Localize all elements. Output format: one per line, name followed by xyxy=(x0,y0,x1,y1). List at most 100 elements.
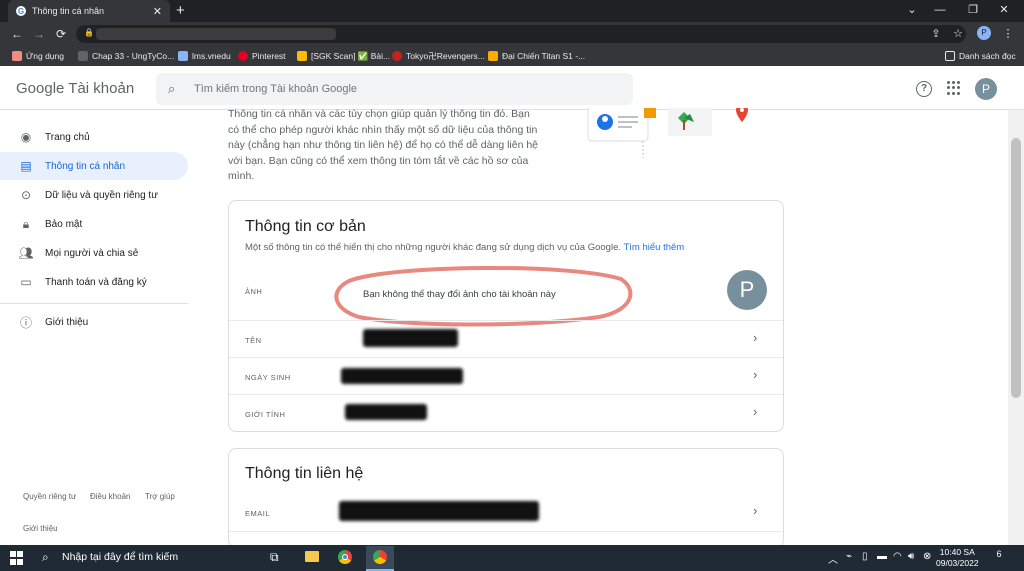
bookmark-label: Tokyo卍Revengers... xyxy=(406,51,485,61)
chrome-icon[interactable] xyxy=(338,550,352,564)
device-icon[interactable]: ▯ xyxy=(862,551,868,562)
highlight-circle-annotation xyxy=(334,265,633,327)
forward-arrow-icon[interactable]: → xyxy=(30,24,48,44)
bookmark-apps[interactable]: Ứng dụng xyxy=(12,50,64,62)
volume-icon[interactable]: 🔊︎ xyxy=(908,551,914,562)
basic-info-title: Thông tin cơ bản xyxy=(245,218,366,235)
people-icon: 👥︎ xyxy=(18,246,34,260)
sidebar-item-about[interactable]: ⓘ Giới thiệu xyxy=(0,308,188,336)
pinterest-icon xyxy=(238,51,248,61)
bookmark-item[interactable]: Pinterest xyxy=(238,50,286,62)
name-row[interactable]: TÊN › xyxy=(229,321,783,357)
footer-link-about[interactable]: Giới thiệu xyxy=(23,524,58,533)
site-icon xyxy=(178,51,188,61)
bookmark-item[interactable]: [SGK Scan] ✅ Bài... xyxy=(297,50,390,62)
birthday-row[interactable]: NGÀY SINH › xyxy=(229,358,783,394)
minimize-button[interactable]: — xyxy=(929,2,951,18)
bookmark-item[interactable]: Tokyo卍Revengers... xyxy=(392,50,485,62)
gender-row[interactable]: GIỚI TÍNH › xyxy=(229,395,783,431)
browser-menu-icon[interactable]: ⋮ xyxy=(1000,26,1016,42)
sidebar-item-security[interactable]: 🔒︎ Bảo mật xyxy=(0,210,188,238)
chevron-right-icon: › xyxy=(753,503,758,518)
email-row[interactable]: EMAIL › xyxy=(229,495,783,531)
reading-list-button[interactable]: Danh sách đọc xyxy=(945,50,1016,62)
sidebar-item-label: Trang chủ xyxy=(45,131,90,143)
account-avatar[interactable]: P xyxy=(975,78,997,100)
tab-search-icon[interactable]: ⌄ xyxy=(901,2,923,18)
site-icon xyxy=(297,51,307,61)
reload-icon[interactable]: ⟳ xyxy=(52,24,70,44)
taskbar-search-text[interactable]: Nhập tại đây để tìm kiếm xyxy=(62,551,178,563)
scrollbar-thumb[interactable] xyxy=(1011,138,1021,398)
chevron-right-icon: › xyxy=(753,367,758,382)
tab-close-icon[interactable]: ✕ xyxy=(153,5,162,18)
address-bar[interactable]: 🔒 xyxy=(76,25,966,43)
browser-tab-active[interactable]: G Thông tin cá nhân ✕ xyxy=(8,0,170,22)
birthday-label: NGÀY SINH xyxy=(245,373,291,382)
taskbar-clock[interactable]: 10:40 SA 09/03/2022 xyxy=(936,547,979,569)
new-tab-button[interactable]: + xyxy=(176,2,190,20)
install-app-icon[interactable]: ⇪ xyxy=(928,26,944,42)
email-label: EMAIL xyxy=(245,509,271,518)
sidebar-item-label: Bảo mật xyxy=(45,218,83,230)
search-icon[interactable]: ⌕ xyxy=(42,550,49,565)
bookmark-label: lms.vnedu xyxy=(192,51,231,61)
task-view-icon[interactable]: ⧉ xyxy=(270,550,279,565)
basic-info-description: Một số thông tin có thể hiển thị cho nhữ… xyxy=(245,242,765,253)
product-name: Tài khoản xyxy=(68,80,135,97)
wifi-icon[interactable]: ◠ xyxy=(893,551,902,562)
footer-link-terms[interactable]: Điều khoản xyxy=(90,492,130,501)
learn-more-link[interactable]: Tìm hiểu thêm xyxy=(623,242,684,253)
bookmark-item[interactable]: Đại Chiến Titan S1 -... xyxy=(488,50,585,62)
notification-center-icon[interactable]: 6 xyxy=(992,549,1006,563)
sidebar-item-payments[interactable]: ▭ Thanh toán và đăng ký xyxy=(0,268,188,296)
google-account-logo[interactable]: Google Tài khoản xyxy=(16,80,134,97)
birthday-value-redacted xyxy=(341,368,463,384)
search-input[interactable] xyxy=(192,80,612,98)
language-icon[interactable]: ⊗ xyxy=(923,551,931,562)
bookmark-item[interactable]: Chap 33 - UngTyCo... xyxy=(78,50,174,62)
bookmark-item[interactable]: lms.vnedu xyxy=(178,50,231,62)
basic-info-card: Thông tin cơ bản Một số thông tin có thể… xyxy=(228,200,784,432)
browser-profile-avatar[interactable]: P xyxy=(977,26,991,40)
info-icon: ⓘ xyxy=(19,315,32,330)
name-value-redacted xyxy=(363,329,458,347)
sidebar-item-label: Thông tin cá nhân xyxy=(45,160,126,172)
sidebar-item-people-sharing[interactable]: 👥︎ Mọi người và chia sẻ xyxy=(0,239,188,267)
clock-time: 10:40 SA xyxy=(939,547,975,557)
window-close-button[interactable]: ✕ xyxy=(993,2,1015,18)
clock-date: 09/03/2022 xyxy=(936,558,979,568)
account-circle-icon: ◉ xyxy=(20,130,32,144)
site-icon xyxy=(78,51,88,61)
name-label: TÊN xyxy=(245,336,262,345)
gender-value-redacted xyxy=(345,404,427,420)
network-icon[interactable]: ⌁ xyxy=(846,551,852,562)
sidebar-item-personal-info[interactable]: ▤ Thông tin cá nhân xyxy=(0,152,188,180)
restore-button[interactable]: ❐ xyxy=(962,2,984,18)
email-value-redacted xyxy=(339,501,539,521)
footer-link-privacy[interactable]: Quyền riêng tư xyxy=(23,492,76,501)
google-apps-icon[interactable] xyxy=(947,81,961,95)
lock-icon: 🔒︎ xyxy=(22,216,30,231)
back-arrow-icon[interactable]: ← xyxy=(8,24,26,44)
sidebar-item-home[interactable]: ◉ Trang chủ xyxy=(0,123,188,151)
help-icon[interactable]: ? xyxy=(916,81,932,97)
chrome-active-window[interactable] xyxy=(366,546,394,571)
bookmark-label: [SGK Scan] ✅ Bài... xyxy=(311,50,391,61)
chevron-up-icon[interactable]: ︿ xyxy=(828,551,838,566)
sidebar-item-label: Thanh toán và đăng ký xyxy=(45,276,147,288)
url-redacted xyxy=(96,28,336,40)
file-explorer-icon[interactable] xyxy=(305,551,319,562)
account-search-box[interactable]: ⌕ xyxy=(156,73,633,105)
credit-card-icon: ▭ xyxy=(20,275,32,289)
chevron-right-icon: › xyxy=(753,404,758,419)
page-scrollbar[interactable] xyxy=(1008,110,1024,545)
windows-start-icon[interactable] xyxy=(10,551,24,565)
bookmark-label: Ứng dụng xyxy=(26,51,64,61)
sidebar-item-data-privacy[interactable]: ⊙ Dữ liệu và quyền riêng tư xyxy=(0,181,188,209)
bookmark-star-icon[interactable]: ☆ xyxy=(950,26,966,42)
battery-icon[interactable]: ▬ xyxy=(877,551,887,562)
tab-title: Thông tin cá nhân xyxy=(32,6,105,16)
sidebar-item-label: Dữ liệu và quyền riêng tư xyxy=(45,189,158,201)
footer-link-help[interactable]: Trợ giúp xyxy=(145,492,175,501)
